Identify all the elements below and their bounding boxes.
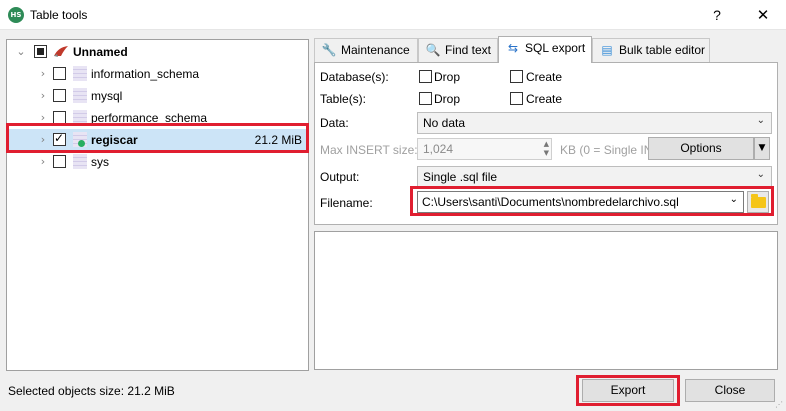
item-checkbox[interactable] [53,67,66,80]
item-checkbox[interactable] [53,89,66,102]
chevron-right-icon[interactable]: › [37,66,49,82]
chevron-right-icon[interactable]: › [37,88,49,104]
table-stack-icon: ▤ [601,43,613,57]
data-select-value: No data [423,116,466,130]
database-icon [73,66,87,81]
database-icon [73,154,87,169]
tables-drop-checkbox[interactable] [419,92,432,105]
tab-label: Find text [445,43,492,57]
max-insert-label: Max INSERT size: [320,143,418,157]
tab-find-text[interactable]: 🔍 Find text [418,38,498,62]
tab-label: Maintenance [341,43,410,57]
help-button[interactable]: ? [705,3,729,27]
tab-maintenance[interactable]: 🔧 Maintenance [314,38,418,62]
tables-label: Table(s): [320,92,367,106]
export-arrows-icon: ⇆ [507,41,519,55]
item-checkbox[interactable] [53,155,66,168]
tree-item-information-schema[interactable]: › information_schema [7,63,308,85]
chevron-right-icon[interactable]: › [37,154,49,170]
data-select[interactable]: No data ⌄ [417,112,772,134]
highlight-box-export [576,375,680,406]
databases-create-label: Create [526,70,563,84]
app-logo-icon: HS [8,7,24,23]
tables-create-label: Create [526,92,563,106]
tree-item-mysql[interactable]: › mysql [7,85,308,107]
tree-root-label: Unnamed [73,45,128,59]
tables-drop-label: Drop [434,92,461,106]
wrench-icon: 🔧 [321,43,337,57]
options-dropdown-button[interactable]: ▼ [754,137,770,160]
tab-label: SQL export [525,41,586,55]
tree-item-label: mysql [91,89,123,103]
status-selected-size: Selected objects size: 21.2 MiB [8,384,175,398]
tab-bar: 🔧 Maintenance 🔍 Find text ⇆ SQL export ▤ Bul… [314,36,784,63]
resize-grip-icon[interactable]: ⋰ [775,400,783,409]
result-output-area[interactable] [314,231,778,370]
highlight-box-filename [410,186,774,216]
chevron-down-icon: ⌄ [756,115,765,126]
databases-create-checkbox[interactable] [510,70,523,83]
window-close-button[interactable]: ✕ [748,3,778,27]
data-label: Data: [320,116,349,130]
output-select[interactable]: Single .sql file ⌄ [417,166,772,188]
tab-bulk-table-editor[interactable]: ▤ Bulk table editor [592,38,710,62]
magnifier-icon: 🔍 [425,43,441,57]
databases-label: Database(s): [320,70,389,84]
chevron-down-icon: ⌄ [756,169,765,180]
close-button[interactable]: Close [685,379,775,402]
filename-label: Filename: [320,196,373,210]
window-title: Table tools [30,8,88,22]
tree-root-row[interactable]: ⌄ Unnamed [7,41,308,63]
tab-sql-export[interactable]: ⇆ SQL export [498,36,592,63]
chevron-down-icon[interactable]: ⌄ [15,44,27,60]
options-button[interactable]: Options [648,137,754,160]
database-tree[interactable]: ⌄ Unnamed › information_schema › mysql ›… [6,39,309,371]
tree-item-sys[interactable]: › sys [7,151,308,173]
databases-drop-checkbox[interactable] [419,70,432,83]
mariadb-server-icon [54,46,68,57]
databases-drop-label: Drop [434,70,461,84]
database-icon [73,88,87,103]
tree-item-label: information_schema [91,67,200,81]
tree-item-label: sys [91,155,109,169]
highlight-box-regiscar [6,123,309,153]
output-label: Output: [320,170,360,184]
output-select-value: Single .sql file [423,170,498,184]
max-insert-unit-label: KB (0 = Single IN [560,143,648,157]
tab-label: Bulk table editor [619,43,706,57]
spinner-arrows-icon[interactable]: ▲ ▼ [544,140,549,158]
root-checkbox[interactable] [34,45,47,58]
tables-create-checkbox[interactable] [510,92,523,105]
max-insert-spinner[interactable]: 1,024 ▲ ▼ [417,138,552,160]
title-bar: HS Table tools ? ✕ [0,0,786,30]
max-insert-value: 1,024 [423,142,454,156]
